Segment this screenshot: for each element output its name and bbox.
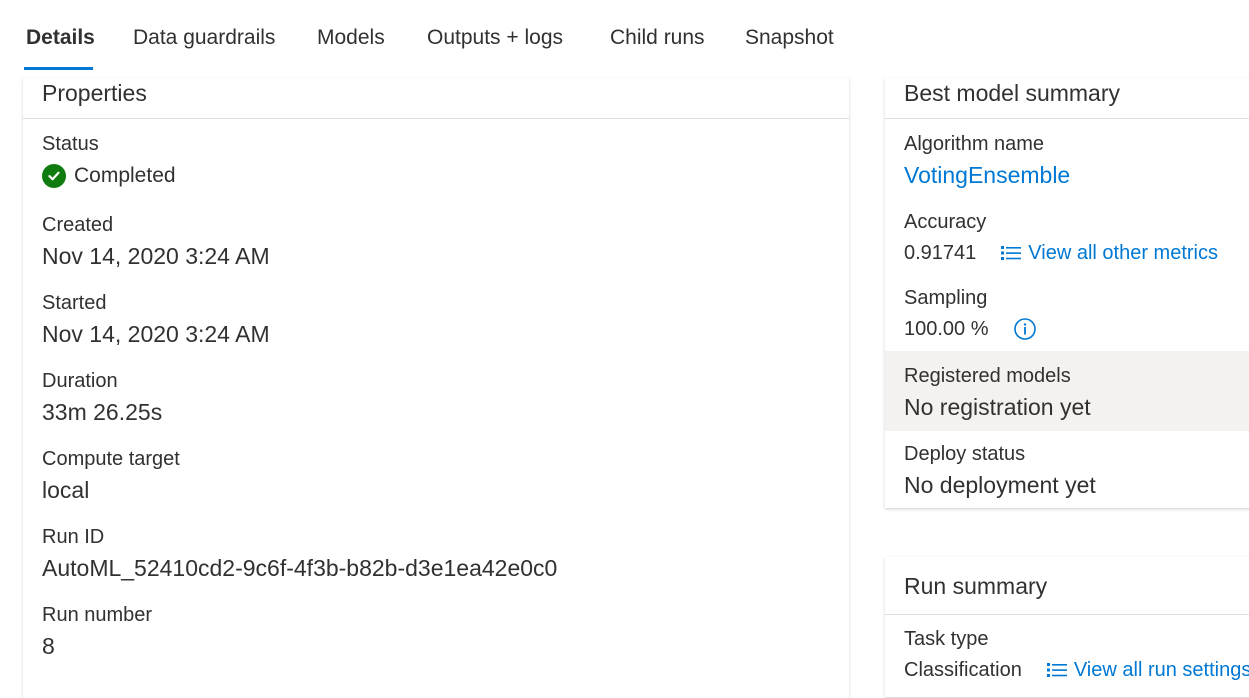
task-type-row: Classification View all run settings [904, 655, 1249, 685]
info-icon[interactable] [1013, 317, 1037, 341]
run-id-label: Run ID [42, 526, 105, 548]
created-property: Created Nov 14, 2020 3:24 AM [42, 213, 270, 271]
view-all-run-settings-label: View all run settings [1073, 658, 1249, 681]
task-type-label: Task type [904, 628, 989, 650]
tab-data-guardrails[interactable]: Data guardrails [133, 26, 275, 50]
active-tab-indicator [24, 67, 93, 70]
view-all-metrics-label: View all other metrics [1028, 241, 1218, 264]
status-value: Completed [74, 164, 176, 187]
duration-value: 33m 26.25s [42, 399, 163, 425]
sampling-row: 100.00 % [904, 314, 1037, 344]
task-type-value: Classification [904, 659, 1022, 681]
best-model-title: Best model summary [904, 80, 1121, 106]
accuracy-row: 0.91741 View all other metrics [904, 238, 1218, 268]
accuracy-value: 0.91741 [904, 242, 977, 264]
algorithm-property: Algorithm name VotingEnsemble [904, 132, 1070, 190]
run-number-label: Run number [42, 604, 153, 626]
status-property: Status Completed [42, 132, 176, 188]
status-label: Status [42, 133, 99, 155]
run-summary-header: Run summary [885, 557, 1249, 615]
view-all-metrics-link[interactable]: View all other metrics [1000, 242, 1218, 265]
best-model-header: Best model summary [885, 78, 1249, 119]
view-all-run-settings-link[interactable]: View all run settings [1046, 659, 1249, 682]
tab-outputs-logs[interactable]: Outputs + logs [427, 26, 563, 50]
list-icon [1000, 245, 1022, 261]
started-property: Started Nov 14, 2020 3:24 AM [42, 291, 270, 349]
run-number-value: 8 [42, 633, 55, 659]
deploy-status-property: Deploy status No deployment yet [904, 442, 1096, 500]
compute-target-property: Compute target local [42, 447, 180, 505]
created-value: Nov 14, 2020 3:24 AM [42, 243, 270, 269]
registered-models-property: Registered models No registration yet [904, 364, 1091, 422]
started-label: Started [42, 292, 107, 314]
duration-label: Duration [42, 370, 118, 392]
algorithm-label: Algorithm name [904, 133, 1045, 155]
properties-title: Properties [42, 80, 147, 106]
tab-snapshot[interactable]: Snapshot [745, 26, 834, 50]
list-icon [1046, 662, 1068, 678]
properties-card: Properties Status Completed Created Nov … [23, 78, 849, 698]
properties-header: Properties [23, 78, 849, 119]
run-summary-title: Run summary [904, 573, 1048, 599]
algorithm-link[interactable]: VotingEnsemble [904, 160, 1070, 190]
run-id-value: AutoML_52410cd2-9c6f-4f3b-b82b-d3e1ea42e… [42, 555, 558, 581]
check-circle-icon [42, 164, 66, 188]
compute-target-label: Compute target [42, 448, 180, 470]
registered-models-value: No registration yet [904, 394, 1091, 420]
run-id-property: Run ID AutoML_52410cd2-9c6f-4f3b-b82b-d3… [42, 525, 557, 583]
started-value: Nov 14, 2020 3:24 AM [42, 321, 270, 347]
sampling-label: Sampling [904, 287, 988, 309]
sampling-property: Sampling 100.00 % [904, 286, 1037, 344]
deploy-status-label: Deploy status [904, 443, 1026, 465]
deploy-status-value: No deployment yet [904, 472, 1096, 498]
registered-models-label: Registered models [904, 365, 1071, 387]
tab-details[interactable]: Details [26, 26, 95, 50]
accuracy-label: Accuracy [904, 211, 987, 233]
accuracy-property: Accuracy 0.91741 View all other metrics [904, 210, 1218, 268]
sampling-value: 100.00 % [904, 318, 989, 340]
created-label: Created [42, 214, 114, 236]
task-type-property: Task type Classification View all run se… [904, 627, 1249, 685]
run-number-property: Run number 8 [42, 603, 152, 661]
best-model-summary-card: Best model summary Algorithm name Voting… [885, 78, 1249, 508]
duration-property: Duration 33m 26.25s [42, 369, 162, 427]
status-row: Completed [42, 164, 176, 188]
run-summary-card: Run summary Task type Classification Vie… [885, 557, 1249, 697]
compute-target-value: local [42, 477, 90, 503]
tab-child-runs[interactable]: Child runs [610, 26, 705, 50]
tab-models[interactable]: Models [317, 26, 385, 50]
registered-models-row: Registered models No registration yet [885, 351, 1249, 431]
tab-bar: Details Data guardrails Models Outputs +… [0, 0, 1249, 72]
